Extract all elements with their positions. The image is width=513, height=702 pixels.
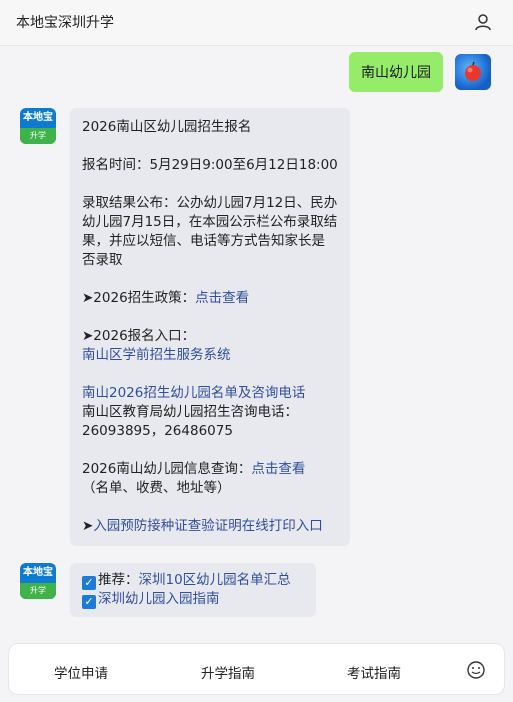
nav-exam-guide[interactable]: 考试指南: [347, 662, 401, 682]
kindergarten-list-link[interactable]: 南山2026招生幼儿园名单及咨询电话: [82, 384, 338, 403]
phone-label: 南山区教育局幼儿园招生咨询电话：: [82, 404, 298, 420]
entry-block: ➤2026报名入口： 南山区学前招生服务系统: [82, 327, 338, 365]
bot-avatar-bottom-text: 升学: [20, 583, 56, 599]
checkbox-icon: ✓: [82, 595, 96, 609]
user-message-row: 南山幼儿园: [349, 52, 491, 92]
print-link[interactable]: 入园预防接种证查验证明在线打印入口: [93, 518, 323, 534]
bot-avatar-top-text: 本地宝: [23, 112, 53, 123]
entry-link[interactable]: 南山区学前招生服务系统: [82, 346, 338, 365]
print-prefix: ➤: [82, 518, 94, 534]
bot-avatar-bottom-text: 升学: [20, 128, 56, 144]
app-title: 本地宝深圳升学: [16, 15, 114, 31]
recommend-line-1: ✓ 推荐：深圳10区幼儿园名单汇总: [82, 571, 304, 590]
bot-avatar-top-text: 本地宝: [23, 567, 53, 578]
user-avatar[interactable]: [455, 54, 491, 90]
info-link[interactable]: 点击查看: [251, 461, 305, 477]
phone-numbers: 26093895，26486075: [82, 423, 233, 439]
signup-time: 报名时间：5月29日9:00至6月12日18:00: [82, 157, 338, 173]
nav-admission-guide[interactable]: 升学指南: [201, 662, 255, 682]
policy-prefix: ➤2026招生政策：: [82, 290, 196, 306]
contact-block: 南山2026招生幼儿园名单及咨询电话 南山区教育局幼儿园招生咨询电话： 2609…: [82, 384, 338, 441]
policy-line: ➤2026招生政策：点击查看: [82, 289, 338, 308]
app-header: 本地宝深圳升学: [0, 0, 513, 46]
bot-reply-bubble: 2026南山区幼儿园招生报名 报名时间：5月29日9:00至6月12日18:00…: [70, 108, 350, 546]
bot-avatar-2[interactable]: 本地宝 升学: [20, 563, 56, 599]
recommend-line-2: ✓ 深圳幼儿园入园指南: [82, 590, 304, 609]
policy-link[interactable]: 点击查看: [195, 290, 249, 306]
print-line: ➤入园预防接种证查验证明在线打印入口: [82, 517, 338, 536]
apple-icon: [465, 61, 481, 81]
reply-title: 2026南山区幼儿园招生报名: [82, 119, 252, 135]
info-prefix: 2026南山幼儿园信息查询：: [82, 461, 252, 477]
info-note: （名单、收费、地址等）: [82, 480, 231, 496]
user-profile-icon[interactable]: [473, 12, 493, 32]
info-block: 2026南山幼儿园信息查询：点击查看 （名单、收费、地址等）: [82, 460, 338, 498]
bottom-nav: 学位申请 升学指南 考试指南: [8, 643, 505, 695]
recommend-link-1[interactable]: 深圳10区幼儿园名单汇总: [139, 572, 291, 588]
user-message-bubble: 南山幼儿园: [349, 52, 443, 92]
recommend-link-2[interactable]: 深圳幼儿园入园指南: [98, 591, 220, 607]
recommend-bubble: ✓ 推荐：深圳10区幼儿园名单汇总 ✓ 深圳幼儿园入园指南: [70, 563, 316, 617]
result-announcement: 录取结果公布：公办幼儿园7月12日、民办幼儿园7月15日，在本园公示栏公布录取结…: [82, 195, 338, 268]
checkbox-icon: ✓: [82, 576, 96, 590]
bot-avatar[interactable]: 本地宝 升学: [20, 108, 56, 144]
nav-degree-application[interactable]: 学位申请: [54, 662, 108, 682]
entry-prefix: ➤2026报名入口：: [82, 328, 196, 344]
recommend-prefix: 推荐：: [98, 572, 139, 588]
emoji-icon[interactable]: [466, 660, 486, 680]
